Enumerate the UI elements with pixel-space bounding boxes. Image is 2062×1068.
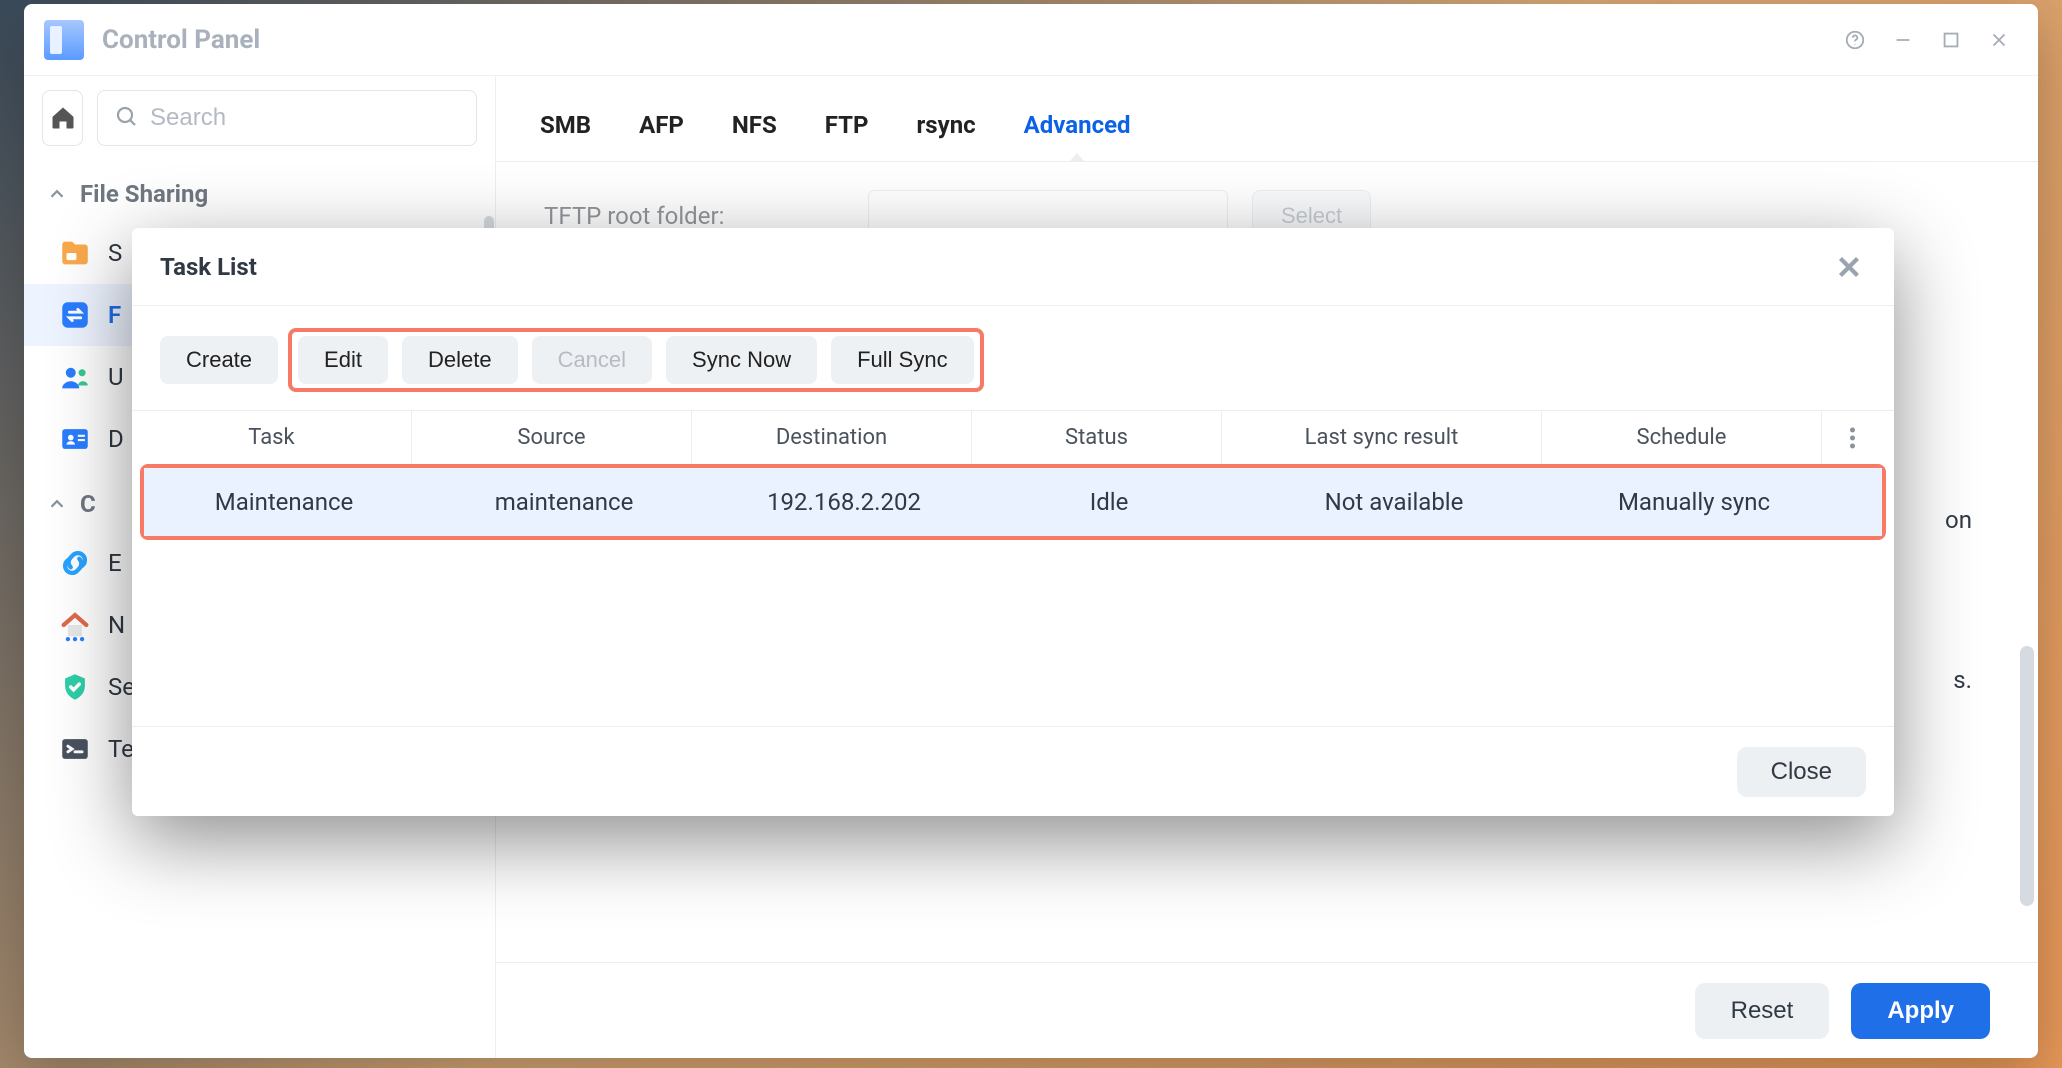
users-icon (58, 360, 92, 394)
close-button[interactable] (1980, 21, 2018, 59)
reset-button[interactable]: Reset (1695, 983, 1830, 1039)
terminal-icon (58, 732, 92, 766)
bottom-bar: Reset Apply (496, 962, 2038, 1058)
highlight-box-row: Maintenance maintenance 192.168.2.202 Id… (140, 464, 1886, 540)
col-last[interactable]: Last sync result (1222, 411, 1542, 464)
dialog-close-button[interactable] (1832, 250, 1866, 284)
home-button[interactable] (42, 90, 83, 146)
maximize-button[interactable] (1932, 21, 1970, 59)
tab-ftp[interactable]: FTP (825, 111, 869, 161)
col-more[interactable] (1822, 424, 1882, 452)
chevron-up-icon (46, 183, 68, 205)
tab-rsync[interactable]: rsync (917, 111, 976, 161)
cell-task: Maintenance (144, 468, 424, 536)
search-box[interactable] (97, 90, 477, 146)
search-icon (114, 104, 138, 132)
section-label: C (80, 490, 96, 518)
cell-last: Not available (1234, 468, 1554, 536)
search-input[interactable] (150, 91, 460, 145)
tab-advanced[interactable]: Advanced (1024, 111, 1131, 161)
help-button[interactable] (1836, 21, 1874, 59)
col-sched[interactable]: Schedule (1542, 411, 1822, 464)
col-source[interactable]: Source (412, 411, 692, 464)
delete-button[interactable]: Delete (402, 336, 518, 384)
cell-source: maintenance (424, 468, 704, 536)
swap-icon (58, 298, 92, 332)
id-icon (58, 422, 92, 456)
table-row[interactable]: Maintenance maintenance 192.168.2.202 Id… (144, 468, 1882, 536)
tab-nfs[interactable]: NFS (732, 111, 777, 161)
cell-sched: Manually sync (1554, 468, 1834, 536)
dialog-close-footer-button[interactable]: Close (1737, 747, 1866, 797)
cell-status: Idle (984, 468, 1234, 536)
col-dest[interactable]: Destination (692, 411, 972, 464)
window-title: Control Panel (102, 25, 260, 55)
tftp-root-label: TFTP root folder: (544, 202, 844, 230)
col-status[interactable]: Status (972, 411, 1222, 464)
residual-text: s. (1953, 666, 1972, 694)
fullsync-button[interactable]: Full Sync (831, 336, 973, 384)
apply-button[interactable]: Apply (1851, 983, 1990, 1039)
dialog-footer: Close (132, 726, 1894, 816)
cancel-button: Cancel (532, 336, 652, 384)
highlight-box-toolbar: Edit Delete Cancel Sync Now Full Sync (288, 328, 984, 392)
link-icon (58, 546, 92, 580)
create-button[interactable]: Create (160, 336, 278, 384)
chevron-up-icon (46, 493, 68, 515)
app-icon (44, 20, 84, 60)
titlebar: Control Panel (24, 4, 2038, 76)
section-label: File Sharing (80, 180, 208, 208)
residual-text: on (1945, 506, 1972, 534)
cell-dest: 192.168.2.202 (704, 468, 984, 536)
shield-icon (58, 670, 92, 704)
dialog-title: Task List (160, 253, 1832, 281)
task-list-dialog: Task List Create Edit Delete Cancel Sync… (132, 228, 1894, 816)
more-icon (1843, 424, 1861, 451)
scrollbar[interactable] (2020, 646, 2034, 906)
tabbar: SMB AFP NFS FTP rsync Advanced (496, 76, 2038, 162)
sidebar-section-file-sharing[interactable]: File Sharing (24, 166, 495, 222)
table-header-row: Task Source Destination Status Last sync… (132, 411, 1894, 464)
house-icon (58, 608, 92, 642)
minimize-button[interactable] (1884, 21, 1922, 59)
folder-icon (58, 236, 92, 270)
syncnow-button[interactable]: Sync Now (666, 336, 817, 384)
tab-smb[interactable]: SMB (540, 111, 591, 161)
edit-button[interactable]: Edit (298, 336, 388, 384)
task-table: Task Source Destination Status Last sync… (132, 410, 1894, 540)
dialog-toolbar: Create Edit Delete Cancel Sync Now Full … (132, 306, 1894, 410)
tab-afp[interactable]: AFP (639, 111, 684, 161)
col-task[interactable]: Task (132, 411, 412, 464)
